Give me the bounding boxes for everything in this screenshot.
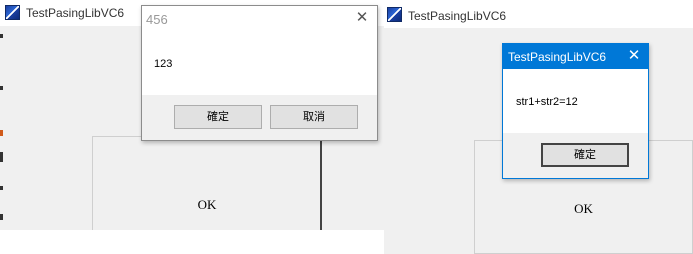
ok-button[interactable]: 確定 bbox=[541, 143, 629, 167]
close-icon[interactable]: ✕ bbox=[623, 46, 645, 68]
left-edge-mark bbox=[0, 152, 3, 162]
left-edge-mark bbox=[0, 214, 3, 220]
left-edge-mark bbox=[0, 34, 3, 38]
right-app-title: TestPasingLibVC6 bbox=[408, 9, 507, 23]
bottom-blank-area bbox=[0, 230, 384, 254]
left-edge-mark-orange bbox=[0, 130, 3, 136]
left-edge-mark bbox=[0, 186, 3, 190]
dialog-result-button-bar: 確定 bbox=[503, 133, 648, 178]
dialog-456: 456 ✕ 123 確定 取消 bbox=[141, 5, 378, 141]
left-divider-line bbox=[320, 140, 322, 230]
dialog-456-button-bar: 確定 取消 bbox=[142, 95, 377, 140]
dialog-result: TestPasingLibVC6 ✕ str1+str2=12 確定 bbox=[502, 43, 649, 179]
cancel-button[interactable]: 取消 bbox=[270, 105, 358, 129]
left-ok-label: OK bbox=[197, 197, 217, 212]
dialog-456-message: 123 bbox=[154, 58, 173, 70]
dialog-456-title: 456 bbox=[146, 12, 168, 27]
left-app-title: TestPasingLibVC6 bbox=[26, 6, 125, 20]
close-icon[interactable]: ✕ bbox=[350, 8, 374, 30]
left-edge-mark bbox=[0, 86, 3, 90]
dialog-result-title: TestPasingLibVC6 bbox=[508, 50, 607, 64]
left-app-icon bbox=[5, 5, 20, 20]
right-app-icon bbox=[387, 7, 402, 22]
right-ok-label: OK bbox=[574, 201, 593, 216]
ok-button[interactable]: 確定 bbox=[174, 105, 262, 129]
dialog-result-message: str1+str2=12 bbox=[516, 96, 578, 108]
left-ok-panel[interactable]: OK bbox=[92, 136, 322, 236]
